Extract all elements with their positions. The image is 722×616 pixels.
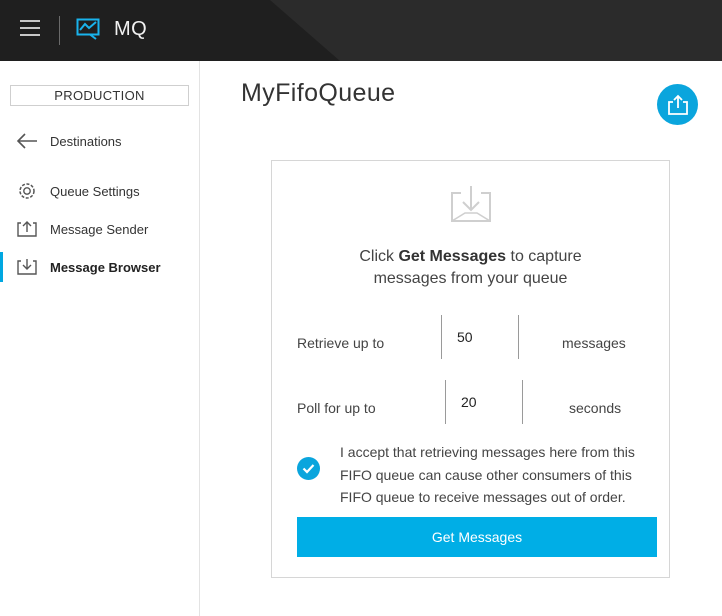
sidebar-item-message-browser[interactable]: Message Browser — [0, 252, 199, 282]
mq-logo-icon — [76, 18, 100, 40]
poll-label: Poll for up to — [297, 400, 376, 416]
accept-checkbox[interactable] — [297, 457, 320, 480]
checkmark-icon — [302, 464, 315, 474]
sidebar-item-message-sender[interactable]: Message Sender — [0, 214, 199, 244]
sidebar-item-label: Destinations — [50, 133, 122, 149]
arrow-left-icon — [16, 130, 38, 152]
environment-badge: PRODUCTION — [10, 85, 189, 106]
instructions-suffix: to capture — [506, 248, 582, 265]
instructions-text: Click Get Messages to capture messages f… — [272, 246, 669, 290]
sidebar-item-queue-settings[interactable]: Queue Settings — [0, 176, 199, 206]
sidebar-item-label: Message Sender — [50, 221, 149, 237]
instructions-bold: Get Messages — [398, 248, 507, 265]
retrieve-unit: messages — [562, 335, 626, 351]
page-title: MyFifoQueue — [241, 79, 396, 107]
retrieve-count-input[interactable]: 50 — [441, 315, 519, 359]
upload-icon — [667, 94, 688, 115]
sidebar-item-label: Queue Settings — [50, 183, 140, 199]
download-tray-icon — [16, 256, 38, 278]
poll-seconds-input[interactable]: 20 — [445, 380, 523, 424]
top-bar: MQ — [0, 0, 722, 61]
active-indicator — [0, 252, 3, 282]
retrieve-label: Retrieve up to — [297, 335, 385, 351]
download-tray-icon — [451, 186, 491, 222]
gear-icon — [16, 180, 38, 202]
app-brand: MQ — [114, 18, 148, 40]
menu-icon[interactable] — [20, 20, 42, 40]
accept-text: I accept that retrieving messages here f… — [340, 444, 635, 505]
sidebar-item-label: Message Browser — [50, 259, 161, 275]
get-messages-button[interactable]: Get Messages — [297, 517, 657, 557]
upload-tray-icon — [16, 218, 38, 240]
instructions-prefix: Click — [359, 248, 399, 265]
message-browser-panel: Click Get Messages to capture messages f… — [271, 160, 670, 578]
sidebar: PRODUCTION Destinations Queue Settings M… — [0, 61, 200, 616]
sidebar-item-destinations[interactable]: Destinations — [0, 126, 199, 156]
top-bar-divider — [59, 16, 60, 45]
export-button[interactable] — [657, 84, 698, 125]
instructions-line2: messages from your queue — [373, 270, 568, 287]
poll-unit: seconds — [569, 400, 622, 416]
top-bar-shade — [0, 0, 340, 61]
